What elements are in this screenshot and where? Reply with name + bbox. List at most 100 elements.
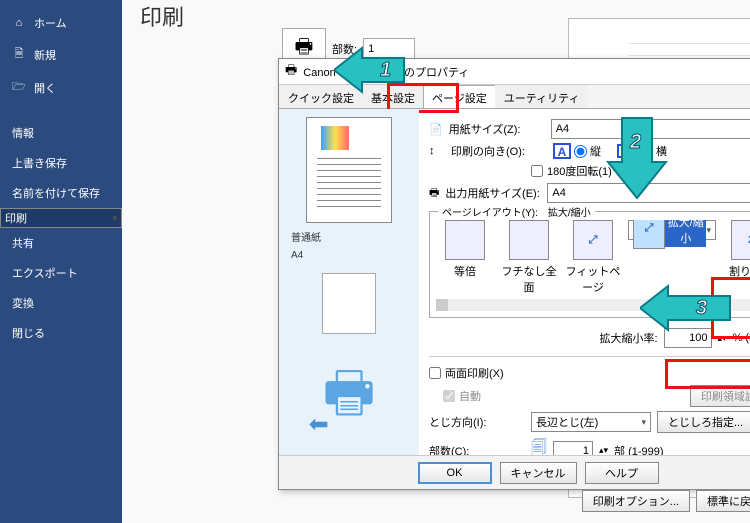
sidebar-item-export[interactable]: エクスポート <box>0 258 122 288</box>
binding-label: とじ方向(I): <box>429 414 525 430</box>
sidebar-label: 情報 <box>12 125 34 141</box>
ratio-label: 拡大縮小率: <box>599 330 657 346</box>
paper-size-select[interactable]: A4 <box>551 119 750 139</box>
ratio-range: % (20-400) <box>733 332 750 344</box>
layout-label: 拡大/縮小 <box>665 220 706 247</box>
layout-borderless[interactable]: フチなし全面 <box>500 220 558 295</box>
tab-strip: クイック設定 基本設定 ページ設定 ユーティリティ <box>279 85 750 109</box>
printer-icon: 🖶 <box>285 61 297 83</box>
layout-group: ページレイアウト(Y): 拡大/縮小 等倍 フチなし全面 ⤢フィットページ ⤢拡… <box>429 211 750 318</box>
home-icon: ⌂ <box>12 17 26 29</box>
orientation-label: 印刷の向き(O): <box>451 143 547 159</box>
paper-size-icon: 📄 <box>429 123 443 136</box>
sidebar-item-open[interactable]: 🗁開く <box>0 71 122 104</box>
auto-checkbox <box>443 390 455 402</box>
app-area: 印刷 🖶 部数: 🖶 Canon TR703 seriesのプロパティ クイック… <box>122 0 750 523</box>
sidebar-label: ホーム <box>34 15 67 31</box>
radio-landscape[interactable] <box>640 145 653 158</box>
layout-scrollbar[interactable] <box>436 299 750 311</box>
help-button[interactable]: ヘルプ <box>585 462 659 484</box>
sidebar-label: 閉じる <box>12 325 45 341</box>
layout-scale-icon: ⤢ <box>633 220 665 249</box>
tab-basic[interactable]: 基本設定 <box>362 85 424 108</box>
cancel-button[interactable]: キャンセル <box>500 462 577 484</box>
sidebar-item-info[interactable]: 情報 <box>0 118 122 148</box>
sidebar-item-close[interactable]: 閉じる <box>0 318 122 348</box>
layout-label: 等倍 <box>436 263 494 279</box>
rotate180-checkbox[interactable] <box>531 165 543 177</box>
sidebar-label: 上書き保存 <box>12 155 67 171</box>
landscape-icon: A <box>617 144 637 158</box>
preview-printer-icon: 🖶 <box>323 352 376 447</box>
auto-label: 自動 <box>459 388 481 404</box>
layout-fit[interactable]: ⤢フィットページ <box>564 220 622 295</box>
orientation-portrait[interactable]: A縦 <box>553 143 601 159</box>
binding-margin-button[interactable]: とじしろ指定... <box>657 411 750 433</box>
radio-portrait[interactable] <box>574 145 587 158</box>
preview-thumb <box>322 273 376 334</box>
sidebar-label: 共有 <box>12 235 34 251</box>
dialog-body: 普通紙 A4 🖶 📄 用紙サイズ(Z): A4 ↕ 印刷の向き(O): A縦 A… <box>279 109 750 455</box>
layout-normal[interactable]: 等倍 <box>436 220 494 295</box>
orientation-portrait-label: 縦 <box>590 143 601 159</box>
layout-label: 割り付け <box>722 263 750 279</box>
spinner-icon[interactable]: ▴▾ <box>718 333 727 344</box>
ok-button[interactable]: OK <box>418 462 492 484</box>
layout-poster-icon: 2 <box>731 220 750 260</box>
file-icon: 🗎 <box>12 45 26 64</box>
sidebar-item-save[interactable]: 上書き保存 <box>0 148 122 178</box>
output-size-label: 出力用紙サイズ(E): <box>445 185 541 201</box>
output-size-select[interactable]: A4 <box>547 183 750 203</box>
tab-quick[interactable]: クイック設定 <box>279 85 363 108</box>
duplex-label: 両面印刷(X) <box>445 365 504 381</box>
sidebar: ⌂ ホーム 🗎 新規 🗁開く 情報 上書き保存 名前を付けて保存 印刷 共有 エクス… <box>0 0 122 523</box>
printer-properties-dialog: 🖶 Canon TR703 seriesのプロパティ クイック設定 基本設定 ペ… <box>278 58 750 490</box>
sidebar-item-new[interactable]: 🗎 新規 <box>0 38 122 71</box>
preview-paper-type: 普通紙 <box>285 229 413 244</box>
settings-panel: 📄 用紙サイズ(Z): A4 ↕ 印刷の向き(O): A縦 A横 180度回転(… <box>419 109 750 455</box>
sidebar-label: 開く <box>34 80 56 96</box>
duplex-check[interactable]: 両面印刷(X) <box>429 365 504 381</box>
sidebar-item-print[interactable]: 印刷 <box>0 208 122 228</box>
layout-borderless-icon <box>509 220 549 260</box>
paper-size-value: A4 <box>556 123 569 135</box>
layout-scale[interactable]: ⤢拡大/縮小 <box>628 220 716 240</box>
layout-label: フチなし全面 <box>500 263 558 295</box>
output-size-icon: 🖶 <box>429 184 439 203</box>
auto-check: 自動 <box>443 388 481 404</box>
rotate180-label: 180度回転(1) <box>547 163 612 179</box>
binding-select[interactable]: 長辺とじ(左) <box>531 412 651 432</box>
layout-label: フィットページ <box>564 263 622 295</box>
copies-input[interactable] <box>363 38 415 60</box>
tab-page[interactable]: ページ設定 <box>423 85 496 108</box>
ratio-input[interactable] <box>664 328 712 348</box>
tab-utility[interactable]: ユーティリティ <box>495 85 589 108</box>
output-size-value: A4 <box>552 187 565 199</box>
print-options-button[interactable]: 印刷オプション... <box>582 490 690 512</box>
duplex-checkbox[interactable] <box>429 367 441 379</box>
sidebar-item-convert[interactable]: 変換 <box>0 288 122 318</box>
sidebar-label: 新規 <box>34 47 56 63</box>
orientation-landscape[interactable]: A横 <box>617 143 667 159</box>
sidebar-label: 変換 <box>12 295 34 311</box>
sidebar-label: 印刷 <box>5 210 27 226</box>
preview-panel: 普通紙 A4 🖶 <box>279 109 419 455</box>
preview-page-icon <box>306 117 392 223</box>
orientation-icon: ↕ <box>429 145 445 157</box>
layout-fit-icon: ⤢ <box>573 220 613 260</box>
print-area-button: 印刷領域設定... <box>690 385 750 407</box>
sidebar-item-home[interactable]: ⌂ ホーム <box>0 8 122 38</box>
copies-label: 部数: <box>332 41 357 57</box>
rotate180-check[interactable]: 180度回転(1) <box>531 163 612 179</box>
paper-size-label: 用紙サイズ(Z): <box>449 121 545 137</box>
binding-value: 長辺とじ(左) <box>536 414 598 430</box>
sidebar-item-saveas[interactable]: 名前を付けて保存 <box>0 178 122 208</box>
reset-button[interactable]: 標準に戻す(F) <box>696 490 750 512</box>
layout-poster[interactable]: 2 割り付け <box>722 220 750 295</box>
preview-paper-size: A4 <box>285 250 413 261</box>
orientation-landscape-label: 横 <box>656 143 667 159</box>
layout-normal-icon <box>445 220 485 260</box>
layout-legend: ページレイアウト(Y): 拡大/縮小 <box>438 204 595 219</box>
portrait-icon: A <box>553 143 571 159</box>
sidebar-item-share[interactable]: 共有 <box>0 228 122 258</box>
